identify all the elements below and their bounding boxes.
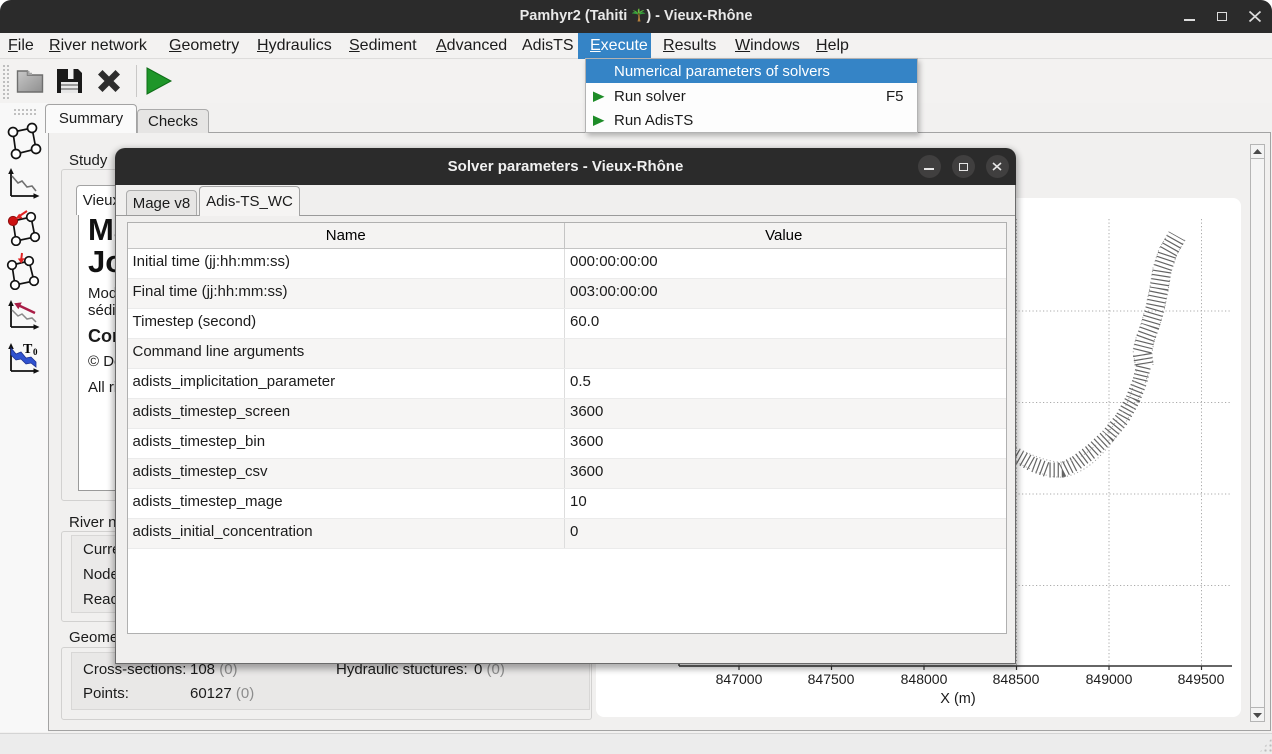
svg-text:0: 0 xyxy=(33,347,38,357)
svg-text:T: T xyxy=(23,342,33,357)
